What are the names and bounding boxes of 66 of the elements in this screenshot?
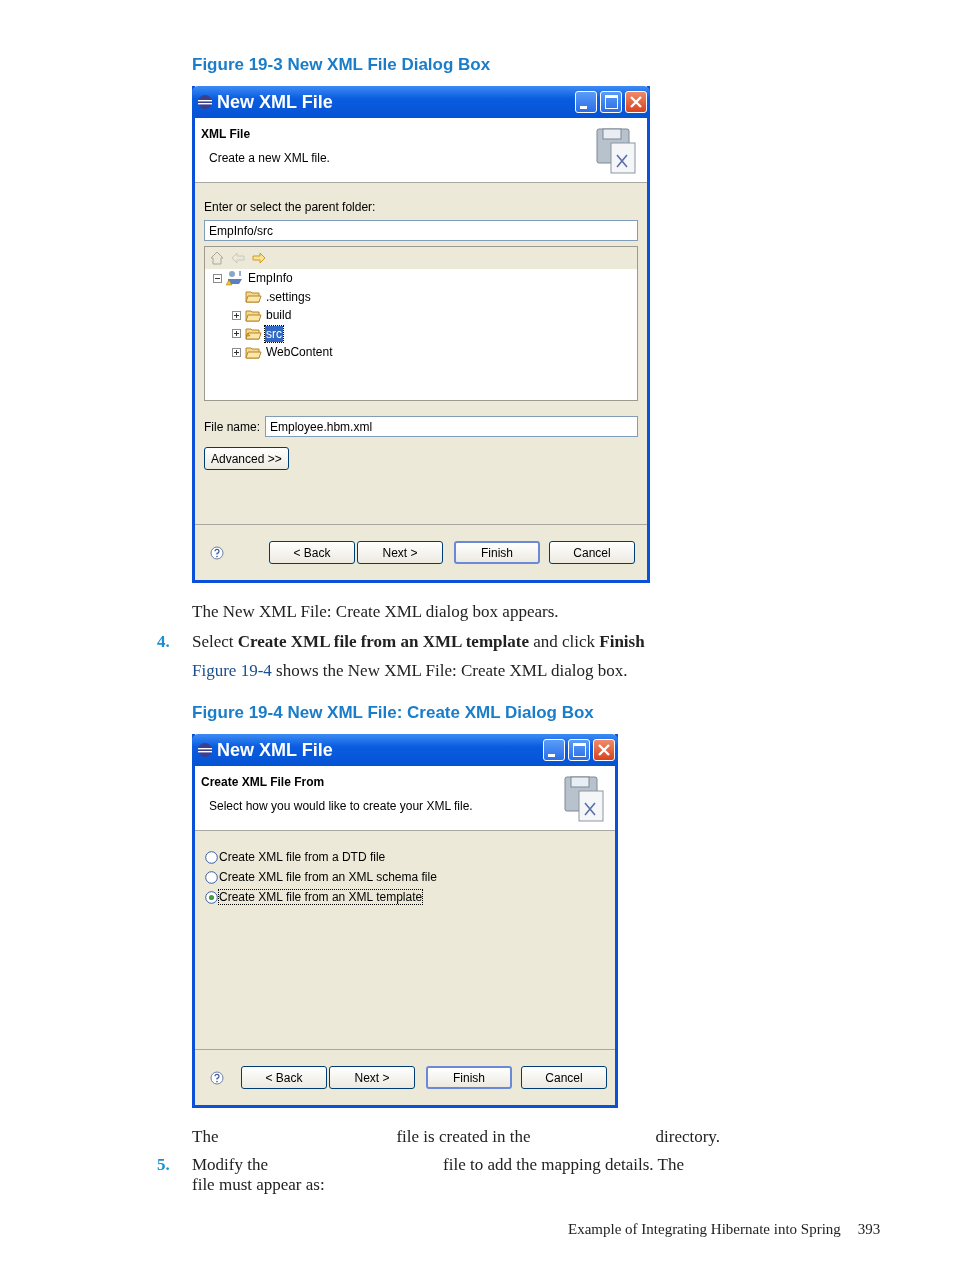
wizard-image-drawing: [563, 775, 607, 823]
folder-icon: [245, 345, 262, 359]
step-number: 4.: [157, 631, 171, 653]
wizard-button[interactable]: Next >: [357, 541, 443, 564]
maximize-button[interactable]: [600, 91, 622, 113]
figure-caption: Figure 19-4 New XML File: Create XML Dialog Box: [192, 703, 594, 724]
folder-icon: [245, 327, 262, 341]
folder-icon: [245, 290, 262, 304]
radio-label[interactable]: Create XML file from an XML template: [219, 890, 423, 904]
radio-button[interactable]: [205, 870, 218, 884]
file-name-field[interactable]: Employee.hbm.xml: [265, 416, 638, 437]
wizard-button[interactable]: < Back: [241, 1066, 327, 1089]
close-button[interactable]: [625, 91, 647, 113]
minimize-button[interactable]: [575, 91, 597, 113]
wizard-heading: XML File: [201, 127, 252, 141]
radio-button[interactable]: [205, 890, 218, 904]
close-icon: [597, 743, 611, 757]
step-text: shows the New XML File: Create XML dialog box.: [276, 661, 628, 680]
wizard-heading: Create XML File From: [201, 775, 326, 789]
wizard-button[interactable]: Finish: [426, 1066, 512, 1089]
expand-expander[interactable]: [232, 329, 241, 339]
figure-caption: Figure 19-3 New XML File Dialog Box: [192, 55, 491, 76]
figure-link[interactable]: Figure 19-4: [192, 661, 272, 680]
page-number: 393: [857, 1221, 881, 1238]
wizard-button[interactable]: Finish: [454, 541, 540, 564]
help-icon[interactable]: [210, 1070, 224, 1085]
maximize-button[interactable]: [568, 739, 590, 761]
folder-icon: [245, 308, 262, 322]
step-text: Select Create XML file from an XML template and click Finish: [192, 631, 645, 653]
folder-field[interactable]: EmpInfo/src: [204, 220, 638, 241]
radio-button[interactable]: [205, 850, 218, 864]
collapse-expander[interactable]: [213, 273, 222, 283]
wizard-button[interactable]: Cancel: [549, 541, 635, 564]
file-name-label: File name:: [204, 419, 261, 434]
wizard-button[interactable]: Cancel: [521, 1066, 607, 1089]
tree-item[interactable]: .settings: [265, 288, 312, 305]
step-text: file must appear as:: [192, 1174, 325, 1196]
body-paragraph: The file is created in the directory.: [192, 1126, 720, 1148]
advanced-button[interactable]: Advanced >>: [204, 447, 289, 470]
wizard-button[interactable]: Next >: [329, 1066, 415, 1089]
tree-item[interactable]: EmpInfo: [247, 270, 294, 287]
step-number: 5.: [157, 1154, 171, 1176]
body-paragraph: The New XML File: Create XML dialog box appears.: [192, 601, 559, 623]
wizard-image-drawing: [595, 127, 639, 175]
expand-expander[interactable]: [232, 347, 241, 357]
wizard-button[interactable]: < Back: [269, 541, 355, 564]
window-title: New XML File: [217, 739, 333, 761]
app-icon: [197, 94, 213, 110]
running-footer: Example of Integrating Hibernate into Spring: [568, 1221, 841, 1238]
wizard-description: Select how you would like to create your XML file.: [209, 799, 474, 813]
close-icon: [629, 95, 643, 109]
wizard-description: Create a new XML file.: [209, 151, 331, 165]
tree-item[interactable]: build: [265, 307, 293, 324]
close-button[interactable]: [593, 739, 615, 761]
project-icon: [226, 270, 244, 287]
folder-label: Enter or select the parent folder:: [204, 200, 377, 214]
help-icon[interactable]: [210, 545, 224, 560]
radio-label[interactable]: Create XML file from a DTD file: [219, 850, 386, 864]
minimize-button[interactable]: [543, 739, 565, 761]
app-icon: [197, 742, 213, 758]
tree-item[interactable]: WebContent: [265, 344, 334, 361]
window-title: New XML File: [217, 91, 333, 113]
step-text: Modify the file to add the mapping details. The: [192, 1154, 684, 1176]
tree-item[interactable]: src: [265, 325, 283, 342]
radio-label[interactable]: Create XML file from an XML schema file: [219, 870, 437, 884]
expand-expander[interactable]: [232, 310, 241, 320]
